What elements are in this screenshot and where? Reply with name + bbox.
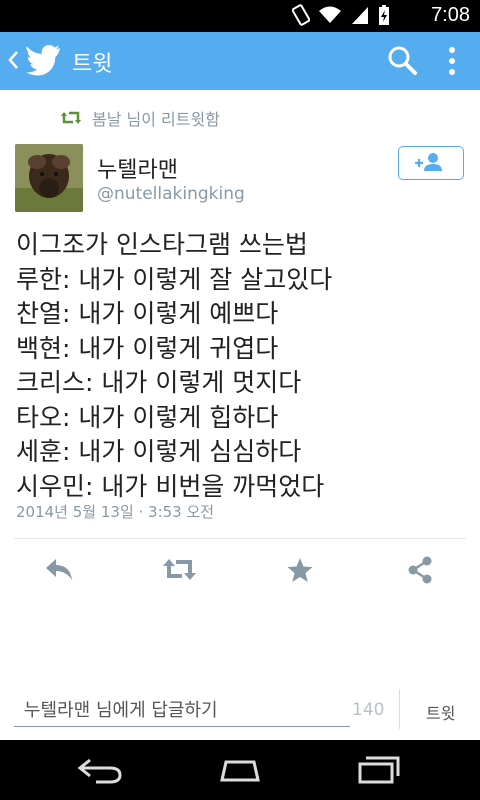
divider bbox=[14, 538, 466, 539]
follow-button[interactable] bbox=[398, 146, 464, 180]
add-user-icon bbox=[415, 153, 442, 171]
reply-icon bbox=[46, 559, 72, 580]
status-time: 7:08 bbox=[431, 4, 470, 26]
retweet-small-icon bbox=[61, 111, 81, 124]
action-bar: 트윗 bbox=[0, 32, 480, 90]
status-bar: 7:08 bbox=[0, 0, 480, 32]
tweet-line: 크리스: 내가 이렇게 멋지다 bbox=[16, 368, 302, 397]
tweet-line: 타오: 내가 이렇게 힙하다 bbox=[16, 402, 279, 432]
author-handle[interactable]: @nutellakingking bbox=[97, 184, 245, 204]
retweet-context-label: 봄날 님이 리트윗함 bbox=[92, 110, 220, 129]
tweet-line: 백현: 내가 이렇게 귀엽다 bbox=[16, 333, 279, 363]
back-arrow-icon[interactable] bbox=[6, 42, 20, 88]
search-icon[interactable] bbox=[386, 44, 418, 80]
back-nav-icon[interactable] bbox=[76, 754, 124, 790]
recent-apps-nav-icon[interactable] bbox=[356, 754, 404, 790]
share-button[interactable] bbox=[406, 556, 434, 588]
character-counter: 140 bbox=[352, 700, 385, 720]
tweet-line: 세훈: 내가 이렇게 심심하다 bbox=[16, 437, 302, 466]
signal-icon bbox=[352, 7, 368, 24]
overflow-menu-icon[interactable] bbox=[448, 45, 456, 81]
twitter-bird-icon[interactable] bbox=[26, 44, 62, 80]
favorite-icon bbox=[287, 558, 313, 582]
tweet-line: 찬열: 내가 이렇게 예쁘다 bbox=[16, 299, 279, 328]
divider bbox=[399, 689, 400, 729]
tweet-timestamp: 2014년 5월 13일 · 3:53 오전 bbox=[16, 503, 215, 521]
tweet-line: 루한: 내가 이렇게 잘 살고있다 bbox=[16, 264, 333, 294]
tweet-line: 시우민: 내가 비번을 까먹었다 bbox=[16, 471, 325, 501]
retweet-button[interactable] bbox=[162, 556, 198, 588]
tweet-submit-button[interactable]: 트윗 bbox=[426, 700, 455, 724]
wifi-icon bbox=[319, 6, 341, 23]
reply-button[interactable] bbox=[44, 556, 76, 588]
battery-charging-icon bbox=[379, 5, 389, 25]
author-display-name[interactable]: 누텔라맨 bbox=[97, 152, 178, 184]
navigation-bar bbox=[0, 740, 480, 800]
vibrate-icon bbox=[292, 4, 310, 26]
tweet-text: 이그조가 인스타그램 쓰는법 루한: 내가 이렇게 잘 살고있다 찬열: 내가 … bbox=[16, 228, 466, 504]
share-icon bbox=[408, 556, 432, 584]
retweet-context[interactable]: 봄날 님이 리트윗함 bbox=[60, 106, 220, 130]
home-nav-icon[interactable] bbox=[214, 754, 266, 790]
reply-input[interactable]: 누텔라맨 님에게 답글하기 bbox=[14, 698, 350, 727]
favorite-button[interactable] bbox=[286, 556, 314, 588]
retweet-icon bbox=[163, 559, 196, 580]
screen-title: 트윗 bbox=[72, 52, 113, 77]
avatar[interactable] bbox=[15, 144, 83, 212]
status-icons bbox=[292, 4, 390, 26]
tweet-line: 이그조가 인스타그램 쓰는법 bbox=[16, 230, 308, 259]
